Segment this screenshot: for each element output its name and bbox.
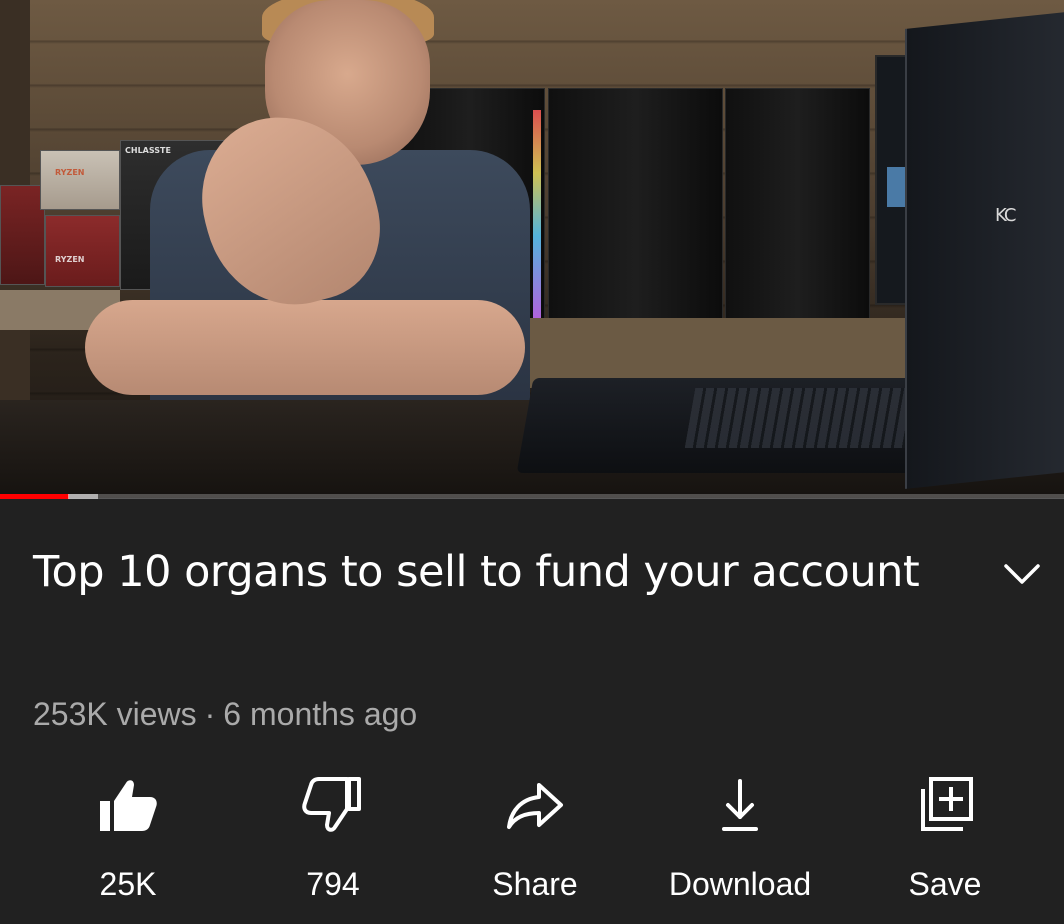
scene-box	[0, 185, 45, 285]
scene-person-arm	[85, 300, 525, 395]
download-button[interactable]: Download	[650, 770, 830, 910]
box-brand-text: CHLASSTE	[125, 146, 171, 155]
box-brand-text: RYZEN	[55, 168, 85, 177]
share-label: Share	[492, 866, 578, 902]
channel-watermark: KC	[995, 205, 1016, 226]
progress-buffered	[68, 494, 98, 499]
scene-laptop-lid	[905, 11, 1064, 489]
meta-separator: ·	[204, 696, 216, 732]
like-button[interactable]: 25K	[73, 770, 183, 910]
save-label: Save	[908, 866, 982, 902]
video-title: Top 10 organs to sell to fund your accou…	[33, 547, 920, 597]
scene-laptop-keyboard	[684, 388, 926, 448]
video-meta: 253K views · 6 months ago	[33, 696, 417, 733]
scene-pc-tower	[725, 88, 870, 328]
dislike-count: 794	[306, 866, 360, 902]
expand-description-button[interactable]	[1000, 556, 1044, 592]
scene-pc-tower	[548, 88, 723, 328]
video-player[interactable]: CHLASSTE RYZEN RYZEN KC	[0, 0, 1064, 498]
share-arrow-icon	[507, 783, 563, 829]
scene-box	[40, 150, 120, 210]
download-icon	[722, 779, 758, 831]
thumbs-up-icon	[100, 780, 157, 831]
add-to-playlist-icon	[921, 777, 973, 831]
thumbs-down-icon	[302, 777, 361, 832]
like-count: 25K	[99, 866, 157, 902]
dislike-button[interactable]: 794	[278, 770, 388, 910]
download-label: Download	[668, 866, 812, 902]
action-bar: 25K 794 Share Download Save	[0, 770, 1064, 920]
video-progress-bar[interactable]	[0, 494, 1064, 499]
view-count: 253K views	[33, 696, 197, 732]
box-brand-text: RYZEN	[55, 255, 85, 264]
save-button[interactable]: Save	[880, 770, 1010, 910]
progress-played	[0, 494, 70, 499]
chevron-down-icon	[1004, 564, 1040, 584]
scene-box	[45, 215, 120, 287]
scene-rgb-strip	[533, 110, 541, 320]
upload-age: 6 months ago	[223, 696, 418, 732]
share-button[interactable]: Share	[470, 770, 600, 910]
